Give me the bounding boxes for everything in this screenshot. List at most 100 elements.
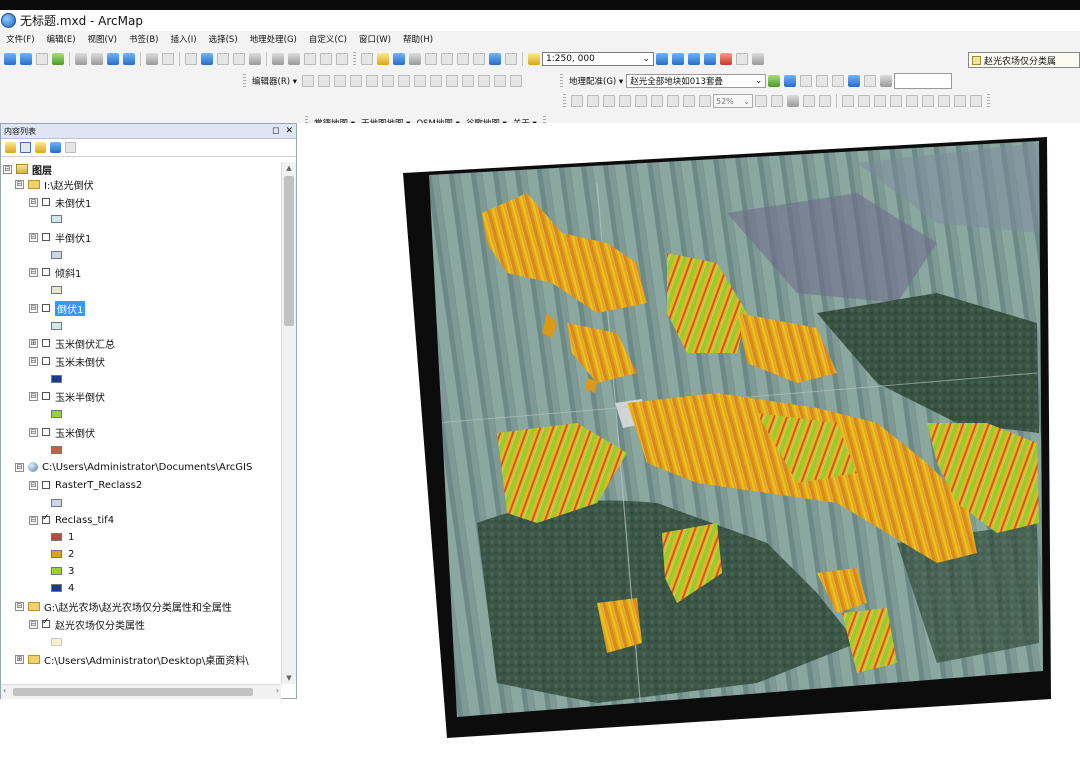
zoom-in-icon[interactable] <box>4 53 16 65</box>
collapse-icon[interactable]: ⊟ <box>29 515 38 525</box>
list-by-drawing-order-icon[interactable] <box>5 142 16 153</box>
rotation-angle-field[interactable] <box>894 73 953 89</box>
layer-visibility-checkbox[interactable] <box>42 339 50 347</box>
layer-row[interactable]: ⊟ RasterT_Reclass2 <box>29 478 142 492</box>
tree-group[interactable]: ⊞ C:\Users\Administrator\Desktop\桌面资料\ <box>15 652 249 667</box>
editor-toolbar-icon[interactable] <box>656 53 668 65</box>
menu-edit[interactable]: 编辑(E) <box>47 33 76 45</box>
legend-swatch[interactable] <box>51 550 62 558</box>
rotate-georef-icon[interactable] <box>768 75 781 87</box>
layer-label[interactable]: RasterT_Reclass2 <box>55 480 142 491</box>
layer-label[interactable]: 玉米半倒伏 <box>55 389 105 404</box>
collapse-icon[interactable]: ⊟ <box>29 619 38 629</box>
layer-label[interactable]: 玉米未倒伏 <box>55 354 105 369</box>
tree-root[interactable]: ⊟ 图层 <box>3 162 52 177</box>
menu-insert[interactable]: 插入(I) <box>170 33 196 45</box>
open-icon[interactable] <box>377 53 389 65</box>
auto-adjust-icon[interactable] <box>832 75 845 87</box>
layer-visibility-checkbox[interactable] <box>42 481 50 489</box>
fixed-zoom-in-icon[interactable] <box>75 53 87 65</box>
legend-swatch[interactable] <box>51 446 62 454</box>
back-extent-icon[interactable] <box>107 53 119 65</box>
cut-icon[interactable] <box>425 53 437 65</box>
rotate-data-frame-icon[interactable] <box>880 75 893 87</box>
legend-swatch[interactable] <box>51 322 62 330</box>
layer-row[interactable]: ⊟ 玉米倒伏 <box>29 425 95 440</box>
menu-geoprocessing[interactable]: 地理处理(G) <box>250 33 297 45</box>
identify-icon[interactable] <box>201 53 213 65</box>
scrollbar-thumb[interactable] <box>284 176 294 326</box>
layer-visibility-checkbox[interactable] <box>42 357 50 365</box>
new-document-icon[interactable] <box>361 53 373 65</box>
map-display[interactable] <box>297 123 1080 762</box>
editor-menu[interactable]: 编辑器(R) ▾ <box>252 75 297 87</box>
hyperlink-icon[interactable] <box>217 53 229 65</box>
time-slider-icon[interactable] <box>320 53 332 65</box>
tree-group[interactable]: ⊟ I:\赵光倒伏 <box>15 177 94 192</box>
viewer-window-icon[interactable] <box>336 53 348 65</box>
layer-row[interactable]: ⊟ 赵光农场仅分类属性 <box>29 617 145 632</box>
forward-extent-icon[interactable] <box>123 53 135 65</box>
save-icon[interactable] <box>393 53 405 65</box>
layer-row-selected[interactable]: ⊟ 倒伏1 <box>29 300 86 316</box>
print-icon[interactable] <box>409 53 421 65</box>
find-route-icon[interactable] <box>288 53 300 65</box>
expand-icon[interactable]: ⊞ <box>15 654 24 664</box>
map-scale-combo[interactable]: 1:250, 000 ⌄ <box>542 52 654 66</box>
legend-swatch[interactable] <box>51 286 62 294</box>
menu-selection[interactable]: 选择(S) <box>209 33 238 45</box>
layer-row[interactable]: ⊟ 未倒伏1 <box>29 195 91 210</box>
layer-label[interactable]: 玉米倒伏汇总 <box>55 336 115 351</box>
find-icon[interactable] <box>272 53 284 65</box>
scrollbar-thumb[interactable] <box>13 688 253 696</box>
collapse-icon[interactable]: ⊟ <box>29 480 38 490</box>
layer-row[interactable]: ⊞ 玉米倒伏汇总 <box>29 336 115 351</box>
shift-icon[interactable] <box>784 75 797 87</box>
layer-visibility-checkbox[interactable] <box>42 304 50 312</box>
pan-icon[interactable] <box>36 53 48 65</box>
collapse-icon[interactable]: ⊟ <box>15 462 24 472</box>
select-features-icon[interactable] <box>146 53 158 65</box>
layer-label[interactable]: 倒伏1 <box>55 300 86 316</box>
collapse-icon[interactable]: ⊟ <box>29 427 38 437</box>
layer-label[interactable]: 半倒伏1 <box>55 230 91 245</box>
layer-visibility-checkbox[interactable] <box>42 513 50 524</box>
add-control-points-icon[interactable] <box>816 75 829 87</box>
georef-layer-combo[interactable]: 赵光全部地块如013套叠 ⌄ <box>626 74 767 88</box>
scroll-right-icon[interactable]: › <box>276 686 279 695</box>
collapse-icon[interactable]: ⊟ <box>29 391 38 401</box>
collapse-icon[interactable]: ⊟ <box>29 356 38 366</box>
layer-dropdown[interactable]: 赵光农场仅分类属 <box>968 52 1080 68</box>
toc-horizontal-scrollbar[interactable]: ‹ › <box>1 684 281 699</box>
measure-icon[interactable] <box>249 53 261 65</box>
legend-swatch[interactable] <box>51 499 62 507</box>
layer-row[interactable]: ⊟ 半倒伏1 <box>29 230 91 245</box>
legend-swatch[interactable] <box>51 584 62 592</box>
layer-label[interactable]: 未倒伏1 <box>55 195 91 210</box>
toc-vertical-scrollbar[interactable]: ▲ ▼ <box>281 162 296 684</box>
toc-options-icon[interactable] <box>65 142 76 153</box>
menu-bookmarks[interactable]: 书签(B) <box>129 33 158 45</box>
layer-visibility-checkbox[interactable] <box>42 617 50 628</box>
layer-visibility-checkbox[interactable] <box>42 392 50 400</box>
menu-windows[interactable]: 窗口(W) <box>359 33 391 45</box>
search-window-icon[interactable] <box>704 53 716 65</box>
tree-group[interactable]: ⊟ G:\赵光农场\赵光农场仅分类属性和全属性 <box>15 599 232 614</box>
model-builder-icon[interactable] <box>752 53 764 65</box>
scroll-left-icon[interactable]: ‹ <box>3 686 6 695</box>
collapse-icon[interactable]: ⊟ <box>3 164 12 174</box>
scroll-up-icon[interactable]: ▲ <box>282 164 296 172</box>
python-window-icon[interactable] <box>736 53 748 65</box>
toolbar-grip[interactable] <box>560 74 564 88</box>
layer-visibility-checkbox[interactable] <box>42 198 50 206</box>
viewer-icon[interactable] <box>864 75 877 87</box>
collapse-icon[interactable]: ⊟ <box>29 197 38 207</box>
full-extent-icon[interactable] <box>52 53 64 65</box>
layer-label[interactable]: 倾斜1 <box>55 265 81 280</box>
layer-visibility-checkbox[interactable] <box>42 428 50 436</box>
copy-icon[interactable] <box>441 53 453 65</box>
layer-row[interactable]: ⊟ 玉米半倒伏 <box>29 389 105 404</box>
zoom-out-icon[interactable] <box>20 53 32 65</box>
layer-row[interactable]: ⊟ Reclass_tif4 <box>29 513 114 527</box>
scale-georef-icon[interactable] <box>800 75 813 87</box>
